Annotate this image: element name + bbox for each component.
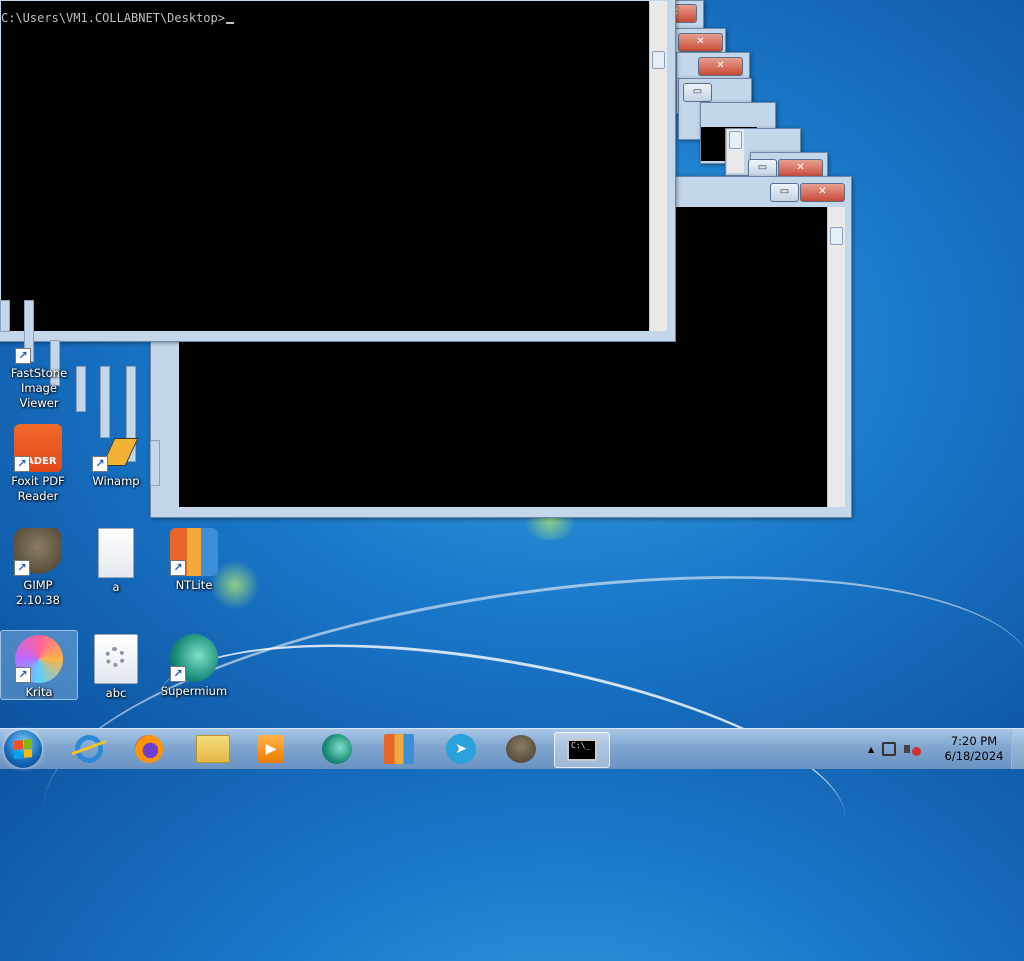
- taskbar-media-player[interactable]: ▶: [244, 732, 298, 766]
- desktop-icon-winamp[interactable]: ↗ Winamp: [78, 420, 154, 489]
- ntlite-icon: [384, 734, 414, 764]
- gear-icon: [105, 647, 125, 667]
- clock-date: 6/18/2024: [944, 749, 1004, 763]
- taskbar-gimp[interactable]: [494, 732, 548, 766]
- taskbar-internet-explorer[interactable]: [62, 732, 116, 766]
- desktop-icon-label: Krita: [25, 685, 53, 699]
- shortcut-arrow-icon: ↗: [170, 666, 186, 682]
- scrollbar-thumb[interactable]: [652, 51, 665, 69]
- show-hidden-icons-button[interactable]: ▲: [868, 745, 874, 754]
- shortcut-arrow-icon: ↗: [15, 667, 31, 683]
- desktop-icon-faststone[interactable]: ↗ FastStone Image Viewer: [1, 338, 77, 411]
- gimp-icon: [506, 735, 536, 763]
- ie-ring: [71, 740, 109, 761]
- taskbar: ▶ ➤ C:\_ ▲ 7:20 PM 6/18/2024: [0, 728, 1024, 769]
- desktop-icon-label: abc: [105, 686, 127, 700]
- windows-logo-icon: [14, 739, 32, 759]
- desktop-icon-krita[interactable]: ↗ Krita: [0, 630, 78, 700]
- scrollbar-thumb[interactable]: [830, 227, 843, 245]
- shortcut-arrow-icon: ↗: [170, 560, 186, 576]
- clock[interactable]: 7:20 PM 6/18/2024: [942, 734, 1006, 764]
- desktop-icon-gimp[interactable]: ↗ GIMP 2.10.38: [0, 524, 76, 608]
- speaker-shape: [904, 745, 911, 753]
- desktop-icon-abc[interactable]: abc: [78, 630, 154, 701]
- minimize-button[interactable]: ▭: [683, 83, 712, 102]
- settings-file-icon: [94, 634, 138, 684]
- close-button[interactable]: ✕: [698, 57, 743, 76]
- desktop-icon-a[interactable]: a: [78, 524, 154, 595]
- system-tray: ▲: [868, 733, 922, 765]
- start-button[interactable]: [4, 730, 42, 768]
- window-edge: [76, 366, 86, 412]
- desktop-icon-label: Foxit PDF Reader: [11, 474, 65, 503]
- console-prompt: C:\Users\VM1.COLLABNET\Desktop>: [1, 11, 234, 25]
- shortcut-arrow-icon: ↗: [14, 560, 30, 576]
- scrollbar-thumb[interactable]: [729, 131, 742, 149]
- close-button[interactable]: ✕: [678, 33, 723, 52]
- cursor-caret: [225, 22, 234, 24]
- scrollbar[interactable]: [649, 1, 667, 331]
- console-area[interactable]: C:\Users\VM1.COLLABNET\Desktop>: [1, 1, 649, 331]
- taskbar-file-explorer[interactable]: [186, 732, 240, 766]
- krita-icon: ↗: [15, 635, 63, 683]
- desktop-icon-foxit[interactable]: ADER ↗ Foxit PDF Reader: [0, 420, 76, 504]
- supermium-icon: [322, 734, 352, 764]
- media-player-icon: ▶: [258, 735, 284, 763]
- supermium-icon: ↗: [170, 634, 218, 682]
- close-button[interactable]: ✕: [800, 183, 845, 202]
- telegram-icon: ➤: [446, 734, 476, 764]
- shortcut-arrow-icon: ↗: [15, 348, 31, 364]
- desktop-icon-supermium[interactable]: ↗ Supermium: [156, 630, 232, 699]
- volume-muted-icon[interactable]: [904, 741, 922, 757]
- cmd-icon: C:\_: [567, 739, 597, 761]
- desktop-icon-label: GIMP 2.10.38: [16, 578, 60, 607]
- taskbar-command-prompt[interactable]: C:\_: [554, 732, 610, 768]
- window-edge: [0, 300, 10, 332]
- taskbar-telegram[interactable]: ➤: [434, 732, 488, 766]
- scrollbar[interactable]: [726, 129, 744, 173]
- clock-time: 7:20 PM: [950, 734, 998, 748]
- icon-badge: ADER: [26, 456, 57, 467]
- winamp-icon: ↗: [92, 424, 140, 472]
- text-file-icon: [98, 528, 134, 578]
- mute-badge: [912, 747, 922, 756]
- minimize-button[interactable]: ▭: [770, 183, 799, 202]
- folder-icon: [196, 735, 230, 763]
- firefox-icon: [135, 735, 163, 763]
- taskbar-ntlite[interactable]: [372, 732, 426, 766]
- desktop-icon-label: NTLite: [175, 578, 213, 592]
- gimp-icon: ↗: [14, 528, 62, 576]
- cmd-window-main[interactable]: C:\Users\VM1.COLLABNET\Desktop>: [0, 0, 676, 342]
- desktop-icon-ntlite[interactable]: ↗ NTLite: [156, 524, 232, 593]
- show-desktop-button[interactable]: [1011, 729, 1024, 769]
- desktop-icon-label: a: [112, 580, 120, 594]
- scrollbar[interactable]: [827, 207, 845, 507]
- desktop-icon-label: Winamp: [92, 474, 140, 488]
- shortcut-arrow-icon: ↗: [92, 456, 108, 472]
- faststone-icon: ↗: [15, 338, 63, 364]
- taskbar-firefox[interactable]: [122, 732, 176, 766]
- internet-explorer-icon: [71, 735, 109, 763]
- foxit-pdf-icon: ADER ↗: [14, 424, 62, 472]
- ntlite-icon: ↗: [170, 528, 218, 576]
- network-icon[interactable]: [882, 742, 897, 756]
- desktop-icon-label: FastStone Image Viewer: [10, 366, 68, 410]
- desktop-icon-label: Supermium: [160, 684, 228, 698]
- taskbar-supermium[interactable]: [310, 732, 364, 766]
- shortcut-arrow-icon: ↗: [14, 456, 30, 472]
